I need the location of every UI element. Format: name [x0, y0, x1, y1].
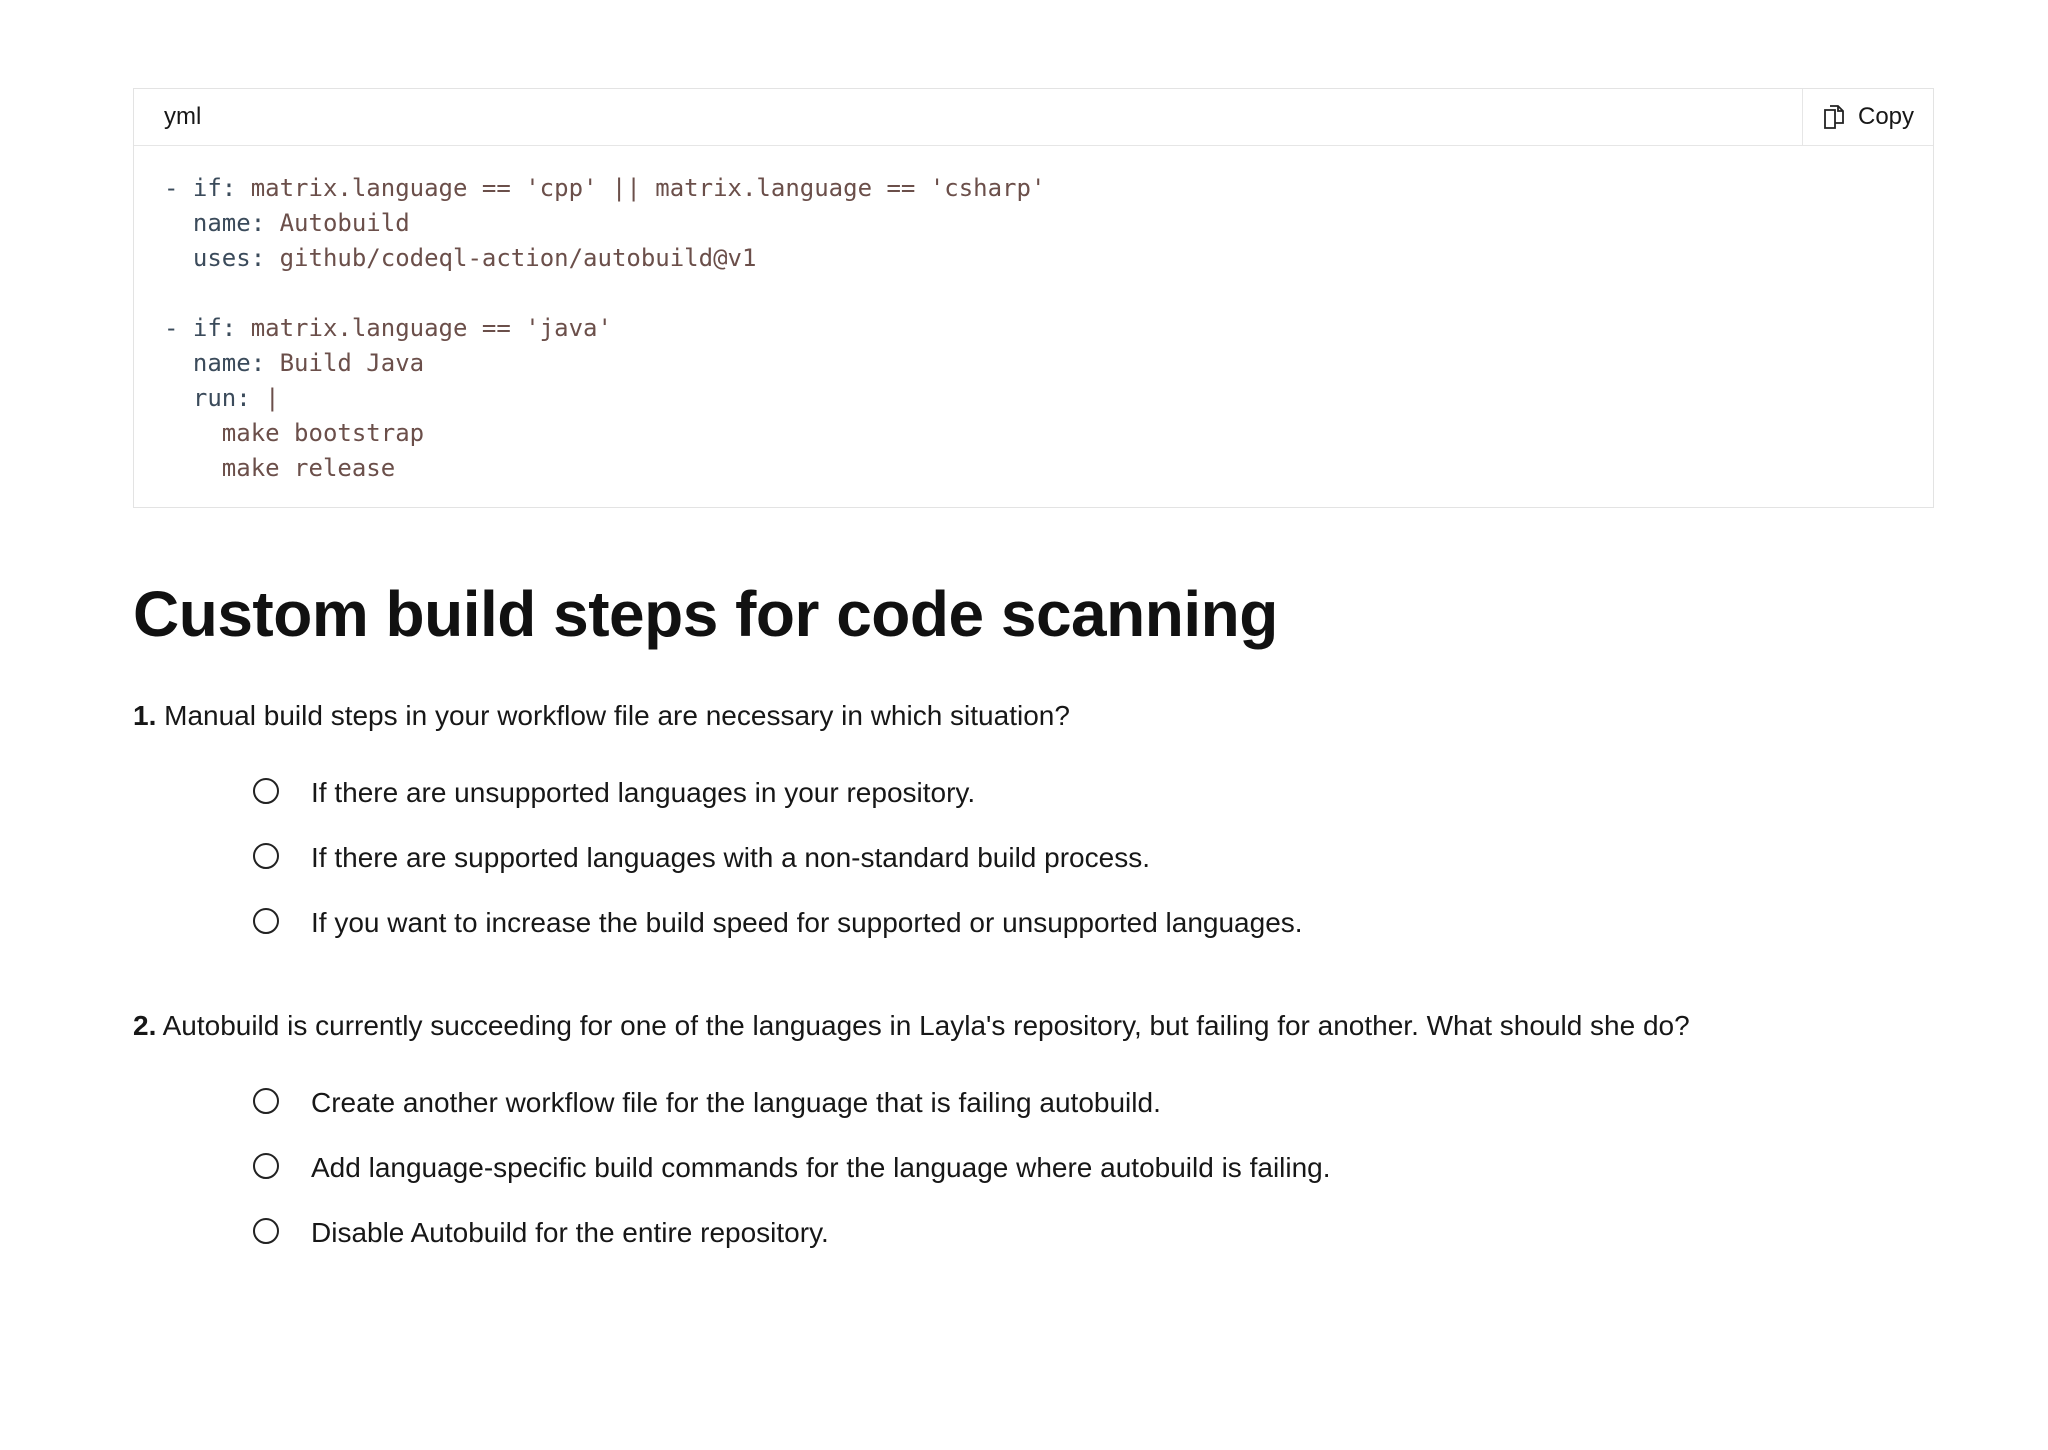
question-text: Autobuild is currently succeeding for on… [162, 1010, 1690, 1041]
code-value: matrix.language == 'java' [236, 314, 612, 342]
radio-button[interactable] [253, 1087, 279, 1114]
code-key: uses: [192, 244, 266, 272]
main-content: yml Copy - if: matrix.language == 'cpp' … [133, 88, 1934, 1265]
code-key: - if: [164, 314, 237, 342]
question-number: 2. [133, 1010, 157, 1041]
radio-button[interactable] [253, 842, 279, 869]
answer-option[interactable]: If you want to increase the build speed … [253, 890, 1934, 955]
question-number: 1. [133, 700, 157, 731]
code-line: name: Build Java [164, 346, 1903, 381]
code-value: matrix.language == 'cpp' || matrix.langu… [236, 174, 1046, 202]
code-key: - if: [164, 174, 237, 202]
code-value: make release [221, 454, 396, 482]
copy-button-label: Copy [1857, 103, 1915, 130]
code-value: Build Java [265, 349, 425, 377]
answer-option[interactable]: Add language-specific build commands for… [253, 1135, 1934, 1200]
question: 2. Autobuild is currently succeeding for… [133, 1008, 1934, 1265]
answer-option-label: If there are supported languages with a … [311, 841, 1150, 873]
copy-button[interactable]: Copy [1802, 89, 1933, 145]
question-list: 1. Manual build steps in your workflow f… [133, 698, 1934, 1265]
radio-button[interactable] [253, 1217, 279, 1244]
radio-button[interactable] [253, 907, 279, 934]
code-key: name: [192, 349, 266, 377]
radio-button[interactable] [253, 777, 279, 804]
code-key: name: [192, 209, 266, 237]
code-line: - if: matrix.language == 'cpp' || matrix… [164, 171, 1903, 206]
code-key: run: [192, 384, 251, 412]
answer-option[interactable]: If there are unsupported languages in yo… [253, 760, 1934, 825]
answer-options: If there are unsupported languages in yo… [133, 760, 1934, 955]
code-block-header: yml Copy [134, 89, 1933, 146]
copy-icon [1824, 105, 1844, 129]
code-line: uses: github/codeql-action/autobuild@v1 [164, 241, 1903, 276]
code-line: - if: matrix.language == 'java' [164, 311, 1903, 346]
page-title: Custom build steps for code scanning [133, 578, 1278, 650]
answer-option-label: Add language-specific build commands for… [311, 1151, 1331, 1183]
code-value: Autobuild [265, 209, 410, 237]
answer-option-label: If there are unsupported languages in yo… [311, 776, 976, 808]
answer-options: Create another workflow file for the lan… [133, 1070, 1934, 1265]
code-block: yml Copy - if: matrix.language == 'cpp' … [133, 88, 1934, 508]
answer-option-label: If you want to increase the build speed … [311, 906, 1303, 938]
answer-option[interactable]: If there are supported languages with a … [253, 825, 1934, 890]
answer-option-label: Disable Autobuild for the entire reposit… [311, 1216, 829, 1248]
answer-option-label: Create another workflow file for the lan… [311, 1086, 1161, 1118]
code-value: github/codeql-action/autobuild@v1 [265, 244, 757, 272]
question: 1. Manual build steps in your workflow f… [133, 698, 1934, 955]
code-line: make bootstrap [164, 416, 1903, 451]
answer-option[interactable]: Disable Autobuild for the entire reposit… [253, 1200, 1934, 1265]
code-body: - if: matrix.language == 'cpp' || matrix… [134, 146, 1933, 507]
code-value: | [250, 384, 280, 412]
code-value: make bootstrap [221, 419, 425, 447]
code-line: make release [164, 451, 1903, 486]
question-text: Manual build steps in your workflow file… [164, 700, 1070, 731]
answer-option[interactable]: Create another workflow file for the lan… [253, 1070, 1934, 1135]
code-language-label: yml [164, 103, 202, 130]
code-line: name: Autobuild [164, 206, 1903, 241]
radio-button[interactable] [253, 1152, 279, 1179]
code-line: run: | [164, 381, 1903, 416]
